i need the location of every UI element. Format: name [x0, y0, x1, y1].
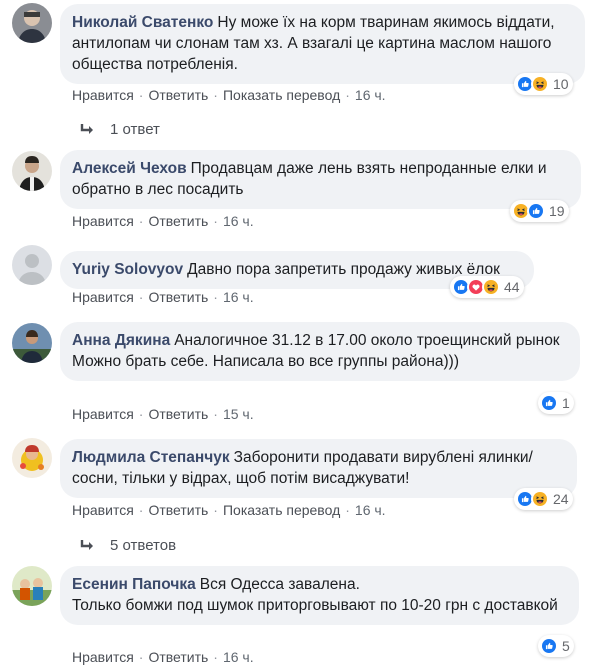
reaction-count: 1 — [562, 395, 570, 411]
comment-author[interactable]: Алексей Чехов — [72, 160, 187, 177]
comment-author[interactable]: Анна Дякина — [72, 332, 170, 349]
timestamp[interactable]: 16 ч. — [223, 649, 254, 665]
timestamp[interactable]: 16 ч. — [223, 213, 254, 229]
separator: · — [213, 649, 218, 665]
like-button[interactable]: Нравится — [72, 406, 134, 422]
like-icon — [527, 202, 545, 220]
reply-button[interactable]: Ответить — [148, 502, 208, 518]
haha-icon — [482, 278, 500, 296]
translate-button[interactable]: Показать перевод — [223, 502, 340, 518]
comment-bubble: Анна Дякина Аналогичное 31.12 в 17.00 око… — [60, 322, 580, 381]
separator: · — [345, 502, 350, 518]
comment-author[interactable]: Есенин Папочка — [72, 576, 196, 593]
timestamp[interactable]: 15 ч. — [223, 406, 254, 422]
like-icon — [540, 394, 558, 412]
view-replies-button[interactable]: 1 ответ — [80, 121, 160, 138]
like-button[interactable]: Нравится — [72, 87, 134, 103]
avatar[interactable] — [12, 3, 52, 43]
view-replies-button[interactable]: 5 ответов — [80, 537, 176, 554]
reaction-count: 24 — [553, 491, 569, 507]
comment-actions: Нравится · Ответить · 15 ч. — [72, 405, 254, 423]
avatar[interactable] — [12, 566, 52, 606]
separator: · — [138, 502, 144, 518]
haha-icon — [531, 75, 549, 93]
comment-actions: Нравится · Ответить · Показать перевод · 16 ч. — [72, 501, 386, 519]
reaction-count: 5 — [562, 638, 570, 654]
reply-button[interactable]: Ответить — [148, 289, 208, 305]
separator: · — [138, 289, 144, 305]
comment-author[interactable]: Николай Сватенко — [72, 14, 213, 31]
like-button[interactable]: Нравится — [72, 289, 134, 305]
reply-button[interactable]: Ответить — [148, 87, 208, 103]
avatar[interactable] — [12, 245, 52, 285]
separator: · — [345, 87, 350, 103]
reply-arrow-icon — [80, 539, 93, 550]
comment-bubble: Николай Сватенко Ну може їх на корм твари… — [60, 4, 585, 84]
replies-count-label: 1 ответ — [110, 121, 160, 138]
comment-actions: Нравится · Ответить · Показать перевод · 16 ч. — [72, 86, 386, 104]
like-button[interactable]: Нравится — [72, 649, 134, 665]
separator: · — [138, 87, 144, 103]
comment-author[interactable]: Yuriy Solovyov — [72, 261, 183, 278]
separator: · — [138, 649, 144, 665]
reactions-summary[interactable]: 19 — [510, 200, 569, 222]
comment-bubble: Людмила Степанчук Заборонити продавати ви… — [60, 439, 577, 498]
separator: · — [213, 502, 218, 518]
separator: · — [138, 213, 144, 229]
like-icon — [540, 637, 558, 655]
reactions-summary[interactable]: 5 — [538, 635, 574, 657]
timestamp[interactable]: 16 ч. — [223, 289, 254, 305]
reaction-count: 10 — [553, 76, 569, 92]
comment-text: Давно пора запретить продажу живых ёлок — [187, 261, 500, 278]
reply-button[interactable]: Ответить — [148, 649, 208, 665]
reactions-summary[interactable]: 44 — [450, 276, 524, 298]
comment-actions: Нравится · Ответить · 16 ч. — [72, 212, 254, 230]
comment-actions: Нравится · Ответить · 16 ч. — [72, 648, 254, 666]
reactions-summary[interactable]: 24 — [514, 488, 573, 510]
comment-bubble: Алексей Чехов Продавцам даже лень взять н… — [60, 150, 581, 209]
timestamp[interactable]: 16 ч. — [355, 502, 386, 518]
reply-button[interactable]: Ответить — [148, 406, 208, 422]
separator: · — [213, 87, 218, 103]
separator: · — [138, 406, 144, 422]
separator: · — [213, 289, 218, 305]
reply-button[interactable]: Ответить — [148, 213, 208, 229]
translate-button[interactable]: Показать перевод — [223, 87, 340, 103]
separator: · — [213, 213, 218, 229]
avatar[interactable] — [12, 438, 52, 478]
comment-bubble: Есенин Папочка Вся Одесса завалена. Тольк… — [60, 566, 579, 625]
haha-icon — [531, 490, 549, 508]
comment-author[interactable]: Людмила Степанчук — [72, 449, 230, 466]
reaction-count: 44 — [504, 279, 520, 295]
reaction-count: 19 — [549, 203, 565, 219]
reactions-summary[interactable]: 10 — [514, 73, 573, 95]
reply-arrow-icon — [80, 123, 93, 134]
replies-count-label: 5 ответов — [110, 537, 177, 554]
avatar[interactable] — [12, 151, 52, 191]
avatar[interactable] — [12, 323, 52, 363]
reactions-summary[interactable]: 1 — [538, 392, 574, 414]
like-button[interactable]: Нравится — [72, 213, 134, 229]
separator: · — [213, 406, 218, 422]
like-button[interactable]: Нравится — [72, 502, 134, 518]
comment-actions: Нравится · Ответить · 16 ч. — [72, 288, 254, 306]
timestamp[interactable]: 16 ч. — [355, 87, 386, 103]
